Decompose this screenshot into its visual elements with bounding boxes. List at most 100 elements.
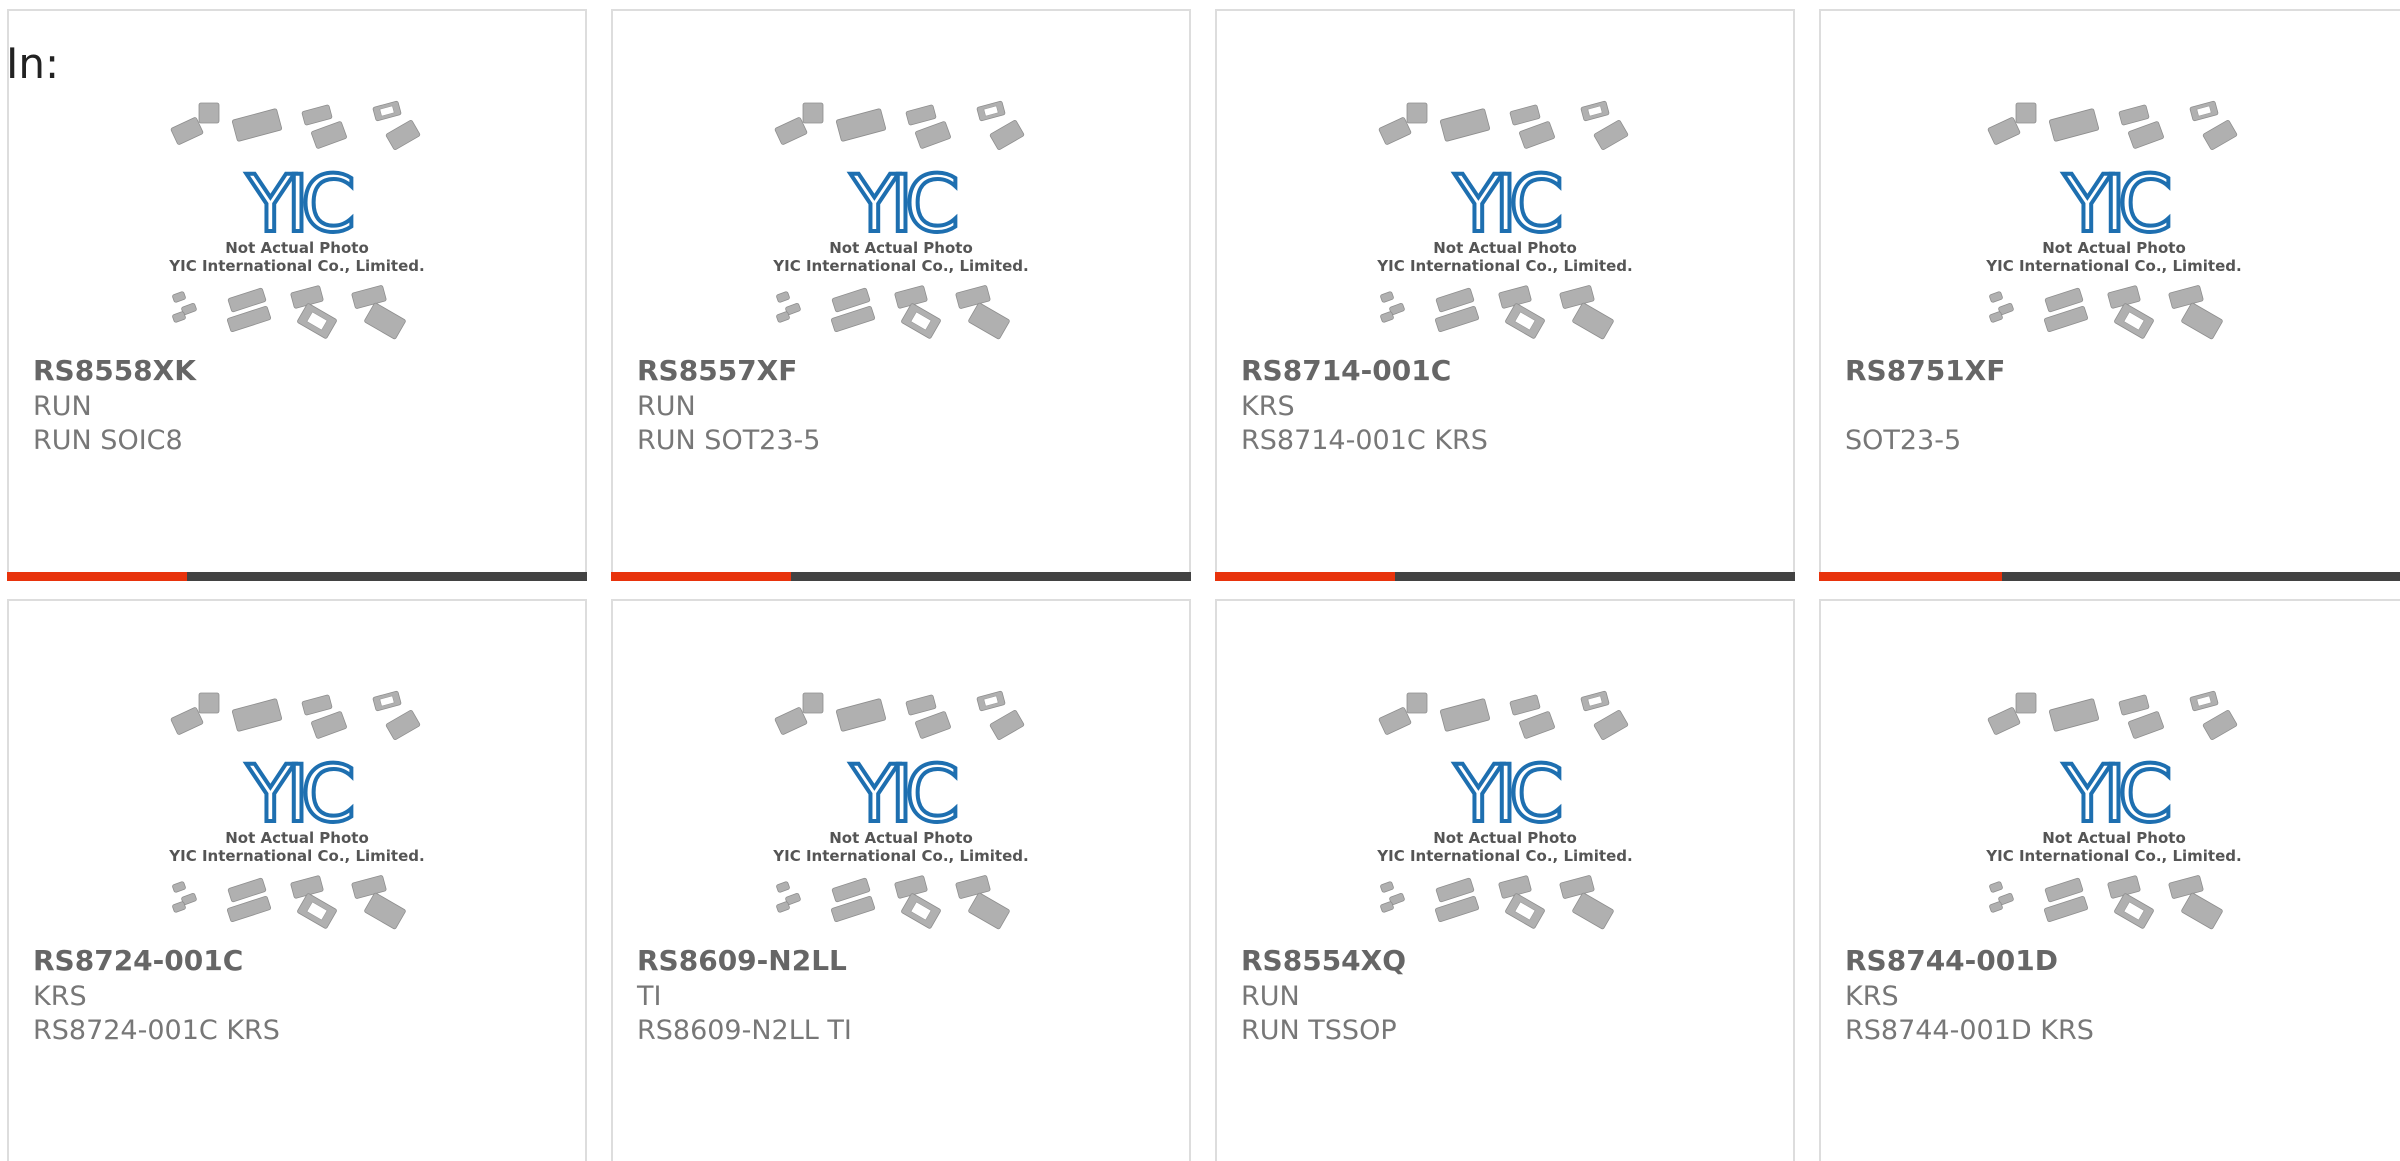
package-icon [351, 285, 387, 309]
yic-logo: YIC [245, 160, 352, 250]
product-description: SOT23-5 [1845, 425, 1962, 456]
package-row-top [1378, 690, 1629, 740]
package-icon [364, 892, 406, 930]
package-row-top [1378, 100, 1629, 150]
part-number[interactable]: RS8724-001C [33, 944, 243, 978]
package-icon [231, 108, 283, 142]
package-icon [311, 121, 347, 149]
placeholder-caption-line1: Not Actual Photo [1433, 829, 1577, 847]
placeholder-caption-line2: YIC International Co., Limited. [1376, 847, 1632, 865]
package-icon [1509, 104, 1541, 126]
brand-name: RUN [1241, 981, 1300, 1012]
yic-logo: YIC [849, 160, 956, 250]
product-card[interactable]: YIC Not Actual Photo YIC International Co.… [7, 599, 587, 1161]
package-icon [2168, 875, 2204, 899]
package-icon [2118, 694, 2150, 716]
package-icon [989, 120, 1025, 150]
package-icon [172, 881, 186, 893]
card-progress-fill [1215, 572, 1395, 581]
package-row-bottom [1380, 285, 1614, 340]
package-icon [774, 117, 808, 145]
package-row-bottom [776, 875, 1010, 930]
product-image[interactable]: YIC Not Actual Photo YIC International Co.… [1365, 685, 1645, 945]
product-card[interactable]: YIC Not Actual Photo YIC International Co.… [1215, 9, 1795, 581]
package-icon [1989, 291, 2003, 303]
placeholder-caption-line1: Not Actual Photo [829, 829, 973, 847]
package-icon [231, 698, 283, 732]
package-icon [1378, 117, 1412, 145]
package-icon [1380, 291, 1394, 303]
product-card[interactable]: YIC Not Actual Photo YIC International Co.… [611, 9, 1191, 581]
yic-logo: YIC [2062, 160, 2169, 250]
placeholder-caption-line2: YIC International Co., Limited. [772, 847, 1028, 865]
placeholder-graphic: YICNot Actual PhotoYIC International Co.… [772, 100, 1029, 340]
package-icon [955, 285, 991, 309]
package-icon [989, 710, 1025, 740]
card-progress-bar [1215, 572, 1795, 581]
product-card[interactable]: YIC Not Actual Photo YIC International Co.… [1819, 599, 2400, 1161]
yic-logo: YIC [849, 750, 956, 840]
package-icon [170, 707, 204, 735]
brand-name: KRS [1241, 391, 1295, 422]
package-icon [301, 104, 333, 126]
package-icon [1559, 875, 1595, 899]
yic-logo: YIC [2062, 750, 2169, 840]
package-icon [1380, 901, 1394, 913]
placeholder-graphic: YICNot Actual PhotoYIC International Co.… [1985, 100, 2242, 340]
package-icon [172, 901, 186, 913]
product-image[interactable]: YIC Not Actual Photo YIC International Co.… [157, 95, 437, 355]
package-icon [1378, 707, 1412, 735]
package-icon [905, 694, 937, 716]
package-row-bottom [776, 285, 1010, 340]
product-image[interactable]: YIC Not Actual Photo YIC International Co.… [1974, 685, 2254, 945]
package-icon [2181, 302, 2223, 340]
package-icon [905, 104, 937, 126]
part-number[interactable]: RS8714-001C [1241, 354, 1451, 388]
product-card[interactable]: YIC Not Actual Photo YIC International Co.… [1215, 599, 1795, 1161]
package-icon [2128, 711, 2164, 739]
package-icon [2048, 108, 2100, 142]
placeholder-graphic: YICNot Actual PhotoYIC International Co.… [772, 690, 1029, 930]
package-icon [1989, 901, 2003, 913]
package-row-bottom [172, 285, 406, 340]
product-image[interactable]: YIC Not Actual Photo YIC International Co.… [1365, 95, 1645, 355]
product-card[interactable]: YIC Not Actual Photo YIC International Co.… [7, 9, 587, 581]
product-description: RS8609-N2LL TI [637, 1015, 852, 1046]
card-progress-fill [611, 572, 791, 581]
product-description: RUN TSSOP [1241, 1015, 1397, 1046]
product-image[interactable]: YIC Not Actual Photo YIC International Co.… [761, 95, 1041, 355]
part-number[interactable]: RS8751XF [1845, 354, 2005, 388]
part-number[interactable]: RS8554XQ [1241, 944, 1406, 978]
part-number[interactable]: RS8557XF [637, 354, 797, 388]
part-number[interactable]: RS8744-001D [1845, 944, 2058, 978]
page-heading: In: [6, 39, 60, 88]
package-icon [2168, 285, 2204, 309]
placeholder-caption-line1: Not Actual Photo [225, 829, 369, 847]
product-card[interactable]: YIC Not Actual Photo YIC International Co.… [611, 599, 1191, 1161]
package-icon [1439, 108, 1491, 142]
part-number[interactable]: RS8558XK [33, 354, 196, 388]
package-icon [2048, 698, 2100, 732]
package-row-bottom [172, 875, 406, 930]
yic-logo: YIC [1453, 160, 1560, 250]
package-icon [1439, 698, 1491, 732]
package-icon [198, 692, 220, 714]
package-icon [802, 102, 824, 124]
package-icon [2015, 692, 2037, 714]
product-image[interactable]: YIC Not Actual Photo YIC International Co.… [761, 685, 1041, 945]
package-row-bottom [1989, 875, 2223, 930]
package-icon [2181, 892, 2223, 930]
product-description: RUN SOT23-5 [637, 425, 821, 456]
part-number[interactable]: RS8609-N2LL [637, 944, 847, 978]
brand-name: RUN [637, 391, 696, 422]
placeholder-caption-line2: YIC International Co., Limited. [1985, 847, 2241, 865]
product-image[interactable]: YIC Not Actual Photo YIC International Co.… [157, 685, 437, 945]
product-grid-page: In: YIC Not Actual Photo YIC International… [0, 0, 2400, 1161]
card-progress-bar [7, 572, 587, 581]
package-icon [1380, 881, 1394, 893]
package-icon [170, 117, 204, 145]
product-image[interactable]: YIC Not Actual Photo YIC International Co.… [1974, 95, 2254, 355]
package-icon [2202, 710, 2238, 740]
product-card[interactable]: YIC Not Actual Photo YIC International Co.… [1819, 9, 2400, 581]
package-icon [1572, 302, 1614, 340]
